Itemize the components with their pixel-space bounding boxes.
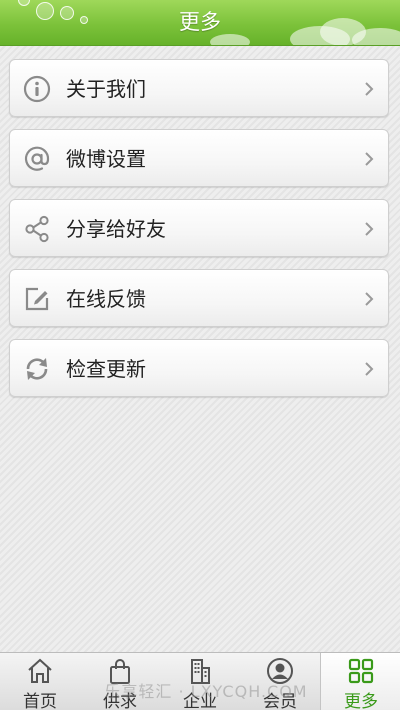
tab-supply-demand[interactable]: 供求: [80, 653, 160, 710]
tab-label: 首页: [23, 692, 57, 710]
tab-label: 会员: [263, 692, 297, 710]
menu-item-label: 在线反馈: [66, 287, 146, 311]
chevron-right-icon: [365, 362, 374, 376]
menu-item-about-us[interactable]: 关于我们: [9, 59, 389, 117]
settings-menu: 关于我们 微博设置 分享给好友 在线反馈 检查更新: [9, 59, 389, 409]
home-icon: [28, 658, 52, 683]
chevron-right-icon: [365, 82, 374, 96]
tab-label: 供求: [103, 692, 137, 710]
menu-item-label: 分享给好友: [66, 217, 166, 241]
page-title: 更多: [179, 10, 221, 34]
menu-item-share-with-friends[interactable]: 分享给好友: [9, 199, 389, 257]
edit-icon: [25, 287, 49, 311]
share-icon: [25, 215, 49, 243]
building-icon: [191, 659, 210, 684]
menu-item-label: 微博设置: [66, 147, 146, 171]
chevron-right-icon: [365, 152, 374, 166]
info-icon: [23, 75, 51, 103]
tab-label: 企业: [183, 692, 217, 710]
menu-item-label: 关于我们: [66, 77, 146, 101]
tab-enterprise[interactable]: 企业: [160, 653, 240, 710]
tab-more[interactable]: 更多: [320, 653, 400, 710]
menu-item-online-feedback[interactable]: 在线反馈: [9, 269, 389, 327]
menu-item-check-update[interactable]: 检查更新: [9, 339, 389, 397]
grid-icon: [348, 658, 374, 684]
menu-item-weibo-settings[interactable]: 微博设置: [9, 129, 389, 187]
refresh-icon: [26, 358, 48, 380]
tab-label: 更多: [344, 692, 378, 710]
at-icon: [24, 146, 50, 171]
user-icon: [267, 658, 293, 684]
tab-member[interactable]: 会员: [240, 653, 320, 710]
bottom-tab-bar: 首页 供求 企业 会员 更多: [0, 652, 400, 710]
chevron-right-icon: [365, 292, 374, 306]
app-header: 更多: [0, 0, 400, 46]
chevron-right-icon: [365, 222, 374, 236]
shopping-bag-icon: [110, 659, 130, 684]
tab-home[interactable]: 首页: [0, 653, 80, 710]
menu-item-label: 检查更新: [66, 357, 146, 381]
